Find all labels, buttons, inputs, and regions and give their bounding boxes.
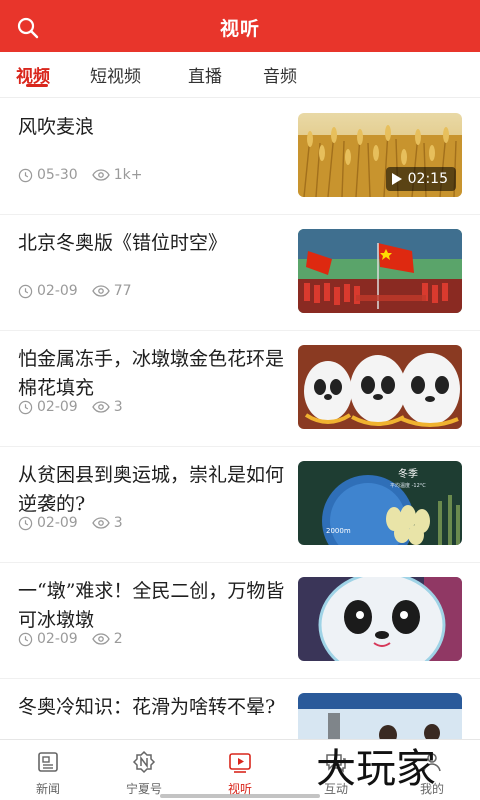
bing-dwen-dwen-closeup-image	[298, 577, 462, 661]
clock-icon	[18, 168, 33, 182]
view-count: 2	[113, 631, 123, 647]
video-title[interactable]: 从贫困县到奥运城，崇礼是如何逆袭的?	[18, 461, 286, 519]
video-icon	[229, 753, 251, 773]
video-meta: 02-09 77	[18, 283, 132, 299]
top-bar: 视听	[0, 0, 480, 52]
clock-icon	[18, 516, 33, 530]
page-title: 视听	[219, 18, 260, 40]
tab-live[interactable]: 直播	[188, 62, 222, 87]
video-meta: 02-09 2	[18, 631, 123, 647]
list-item[interactable]: 冬奥冷知识：花滑为啥转不晕?	[0, 679, 480, 739]
clock-icon	[18, 400, 33, 414]
video-thumbnail[interactable]	[298, 229, 462, 313]
video-date: 02-09	[37, 399, 78, 415]
home-indicator	[160, 794, 320, 798]
play-icon	[391, 173, 402, 185]
eye-icon	[91, 169, 110, 181]
view-count: 77	[113, 283, 132, 299]
video-date: 05-30	[37, 167, 78, 183]
video-list: 风吹麦浪 05-30 1k+ 02:15 北京冬奥版《错位时空》 02-09 7…	[0, 99, 480, 739]
thumb-season-sub: 平均温度 -12°C	[390, 482, 426, 489]
duration-text: 02:15	[407, 171, 448, 187]
video-title[interactable]: 怕金属冻手，冰墩墩金色花环是棉花填充	[18, 345, 286, 403]
video-thumbnail[interactable]	[298, 693, 462, 739]
eye-icon	[91, 633, 110, 645]
tab-short-video[interactable]: 短视频	[90, 62, 141, 87]
eye-icon	[91, 517, 110, 529]
category-tabs: 视频 短视频 直播 音频	[0, 52, 480, 98]
list-item[interactable]: 风吹麦浪 05-30 1k+ 02:15	[0, 99, 480, 215]
nav-news[interactable]: 新闻	[0, 740, 96, 800]
video-thumbnail[interactable]: 冬季 平均温度 -12°C 2000m	[298, 461, 462, 545]
list-item[interactable]: 怕金属冻手，冰墩墩金色花环是棉花填充 02-09 3	[0, 331, 480, 447]
clock-icon	[18, 284, 33, 298]
video-meta: 05-30 1k+	[18, 167, 142, 183]
video-meta: 02-09 3	[18, 515, 123, 531]
video-date: 02-09	[37, 283, 78, 299]
bing-dwen-dwen-image	[298, 345, 462, 429]
video-thumbnail[interactable]	[298, 577, 462, 661]
clock-icon	[18, 632, 33, 646]
eye-icon	[91, 401, 110, 413]
view-count: 3	[113, 399, 123, 415]
list-item[interactable]: 北京冬奥版《错位时空》 02-09 77	[0, 215, 480, 331]
ningxia-icon	[132, 750, 156, 774]
video-thumbnail[interactable]: 02:15	[298, 113, 462, 197]
list-item[interactable]: 一“墩”难求！全民二创，万物皆可冰墩墩 02-09 2	[0, 563, 480, 679]
watermark-logo: 大玩家	[316, 746, 436, 792]
view-count: 3	[113, 515, 123, 531]
figure-skating-image	[298, 693, 462, 739]
view-count: 1k+	[113, 167, 143, 183]
nav-video[interactable]: 视听	[192, 740, 288, 800]
video-title[interactable]: 北京冬奥版《错位时空》	[18, 229, 286, 258]
video-title[interactable]: 风吹麦浪	[18, 113, 286, 142]
nav-label: 新闻	[35, 782, 60, 796]
video-date: 02-09	[37, 631, 78, 647]
olympic-ceremony-image	[298, 229, 462, 313]
video-title[interactable]: 冬奥冷知识：花滑为啥转不晕?	[18, 693, 286, 722]
eye-icon	[91, 285, 110, 297]
chongli-infographic-image: 冬季 平均温度 -12°C 2000m	[298, 461, 462, 545]
video-thumbnail[interactable]	[298, 345, 462, 429]
news-icon	[38, 752, 58, 772]
list-item[interactable]: 从贫困县到奥运城，崇礼是如何逆袭的? 02-09 3 冬季 平均温度 -12°C…	[0, 447, 480, 563]
video-date: 02-09	[37, 515, 78, 531]
video-duration: 02:15	[385, 167, 456, 191]
tab-audio[interactable]: 音频	[263, 62, 297, 87]
nav-ningxia[interactable]: 宁夏号	[96, 740, 192, 800]
video-title[interactable]: 一“墩”难求！全民二创，万物皆可冰墩墩	[18, 577, 286, 635]
thumb-season-label: 冬季	[398, 467, 418, 480]
video-meta: 02-09 3	[18, 399, 123, 415]
thumb-altitude: 2000m	[326, 527, 351, 535]
active-tab-indicator	[26, 84, 48, 87]
